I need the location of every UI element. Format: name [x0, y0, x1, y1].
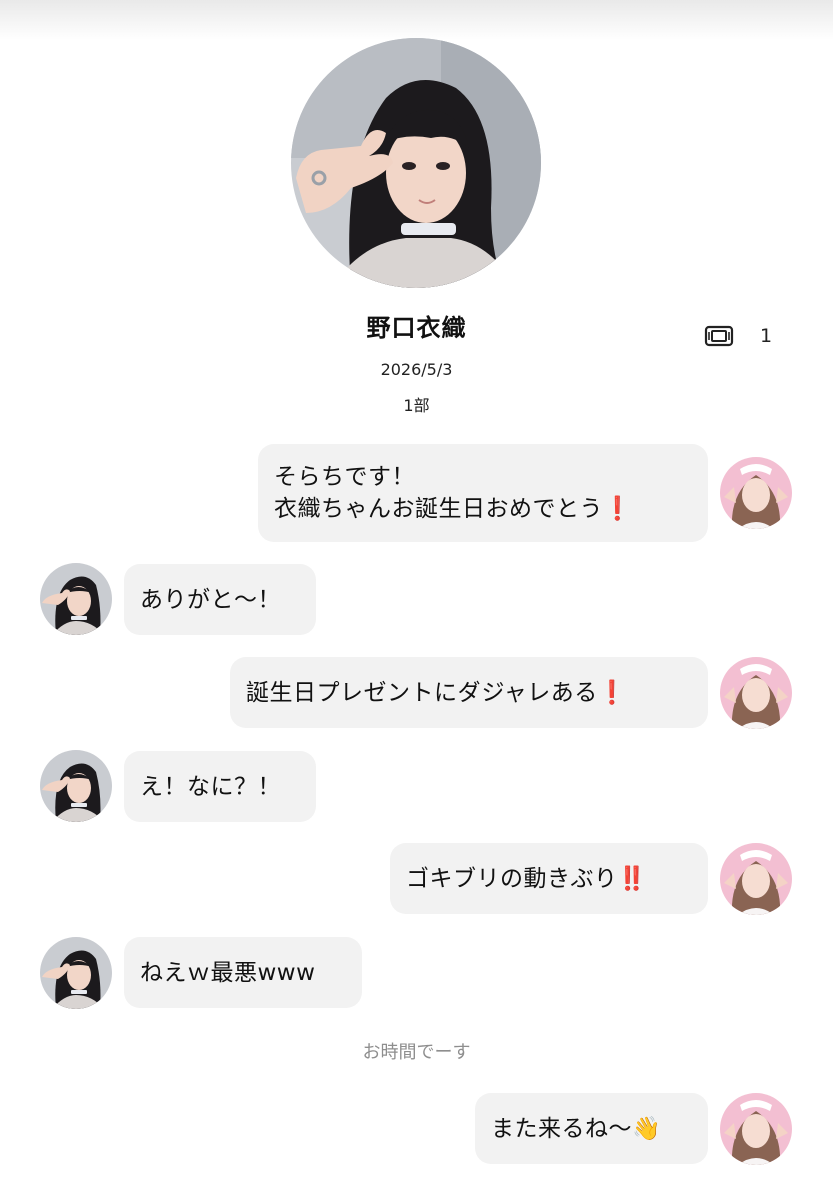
message-text: 誕生日プレゼントにダジャレある: [246, 679, 598, 706]
chat-screen: 野口衣織 1 2026/5/3 1部 そらちです！ 衣織ちゃんお誕生日おめでとう…: [0, 0, 833, 1200]
message-text-line-2: 衣織ちゃんお誕生日おめでとう❗: [274, 493, 632, 525]
idol-avatar[interactable]: [40, 937, 112, 1009]
message-content: ゴキブリの動きぶり‼️: [406, 863, 647, 895]
double-exclamation-emoji: ‼️: [617, 865, 647, 892]
idol-avatar[interactable]: [40, 563, 112, 635]
exclamation-emoji: ❗: [597, 679, 627, 706]
message-bubble-sent: そらちです！ 衣織ちゃんお誕生日おめでとう❗: [258, 444, 708, 542]
event-part: 1部: [403, 396, 430, 415]
message-bubble-sent: ゴキブリの動きぶり‼️: [390, 843, 708, 914]
my-avatar[interactable]: [720, 1093, 792, 1165]
message-text: ゴキブリの動きぶり: [406, 865, 618, 892]
ticket-icon: [704, 324, 734, 348]
waving-hand-emoji: 👋: [632, 1115, 662, 1142]
system-note: お時間でーす: [362, 1042, 471, 1063]
message-bubble-received: ありがと〜！: [124, 564, 316, 635]
event-date: 2026/5/3: [380, 360, 453, 379]
message-text: ねえｗ最悪www: [140, 959, 316, 986]
top-shadow: [0, 0, 833, 40]
my-avatar[interactable]: [720, 843, 792, 915]
message-text: え！なに？！: [140, 773, 281, 800]
message-bubble-sent: 誕生日プレゼントにダジャレある❗: [230, 657, 708, 728]
idol-avatar[interactable]: [40, 750, 112, 822]
message-bubble-received: え！なに？！: [124, 751, 316, 822]
ticket-counter[interactable]: 1: [704, 322, 774, 350]
message-text: また来るね〜: [491, 1115, 632, 1142]
profile-avatar[interactable]: [291, 38, 541, 288]
exclamation-emoji: ❗: [603, 496, 633, 522]
ticket-count: 1: [760, 325, 773, 347]
message-text: ありがと〜！: [140, 586, 281, 613]
message-content: 誕生日プレゼントにダジャレある❗: [246, 677, 627, 709]
my-avatar[interactable]: [720, 457, 792, 529]
message-bubble-sent: また来るね〜👋: [475, 1093, 708, 1164]
my-avatar[interactable]: [720, 657, 792, 729]
message-text-line-1: そらちです！: [274, 464, 415, 490]
message-text: 衣織ちゃんお誕生日おめでとう: [274, 496, 603, 522]
message-content: また来るね〜👋: [491, 1113, 661, 1145]
message-bubble-received: ねえｗ最悪www: [124, 937, 362, 1008]
